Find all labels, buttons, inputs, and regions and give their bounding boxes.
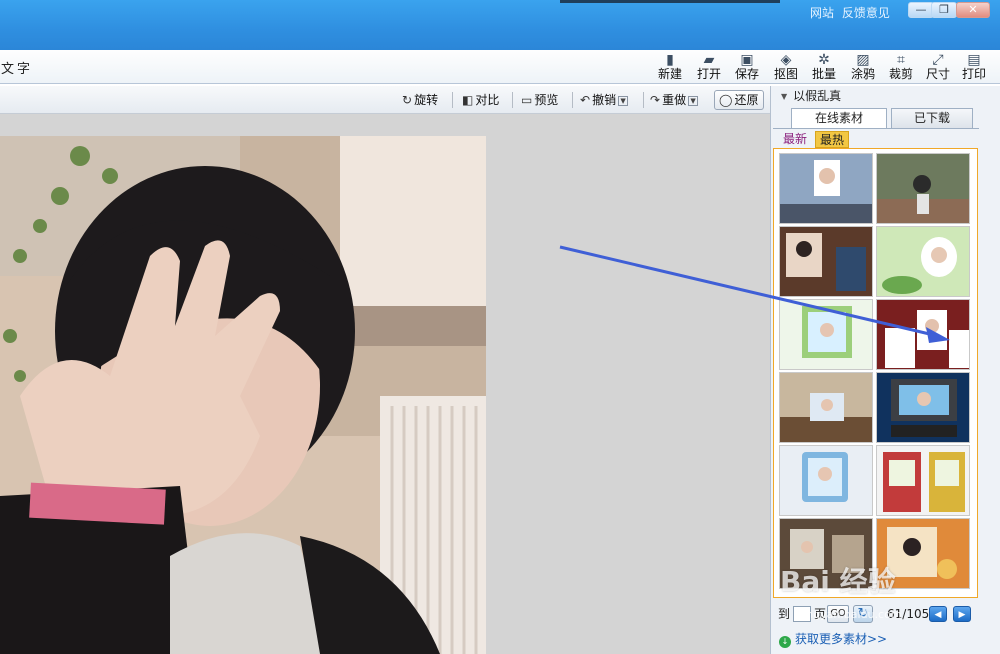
material-thumbnail[interactable] — [876, 372, 970, 443]
material-thumbnail[interactable] — [779, 445, 873, 516]
print-button[interactable]: ▤ 打印 — [956, 52, 992, 82]
cutout-icon: ◈ — [780, 52, 792, 68]
rotate-button[interactable]: ↻ 旋转 — [402, 91, 438, 109]
doodle-label: 涂鸦 — [850, 67, 875, 81]
save-disk-icon: ▣ — [740, 52, 754, 68]
crop-icon: ⌗ — [897, 52, 905, 68]
doodle-icon: ▨ — [856, 52, 870, 68]
material-thumbnail-grid — [773, 148, 978, 598]
material-thumbnail[interactable] — [779, 518, 873, 589]
subtab-hottest[interactable]: 最热 — [815, 131, 850, 148]
panel-header[interactable]: ▼ 以假乱真 — [771, 86, 1000, 106]
prev-page-icon[interactable]: ◀ — [929, 606, 947, 622]
batch-gear-icon: ✲ — [818, 52, 830, 68]
pagination: 到 页 GO ↻ 61/105 ◀ ▶ — [771, 602, 1000, 626]
restore-label: 还原 — [734, 93, 759, 107]
material-panel: ▼ 以假乱真 在线素材 已下载 最新 最热 到 页 GO ↻ 61/105 ◀ ▶… — [770, 86, 1000, 654]
undo-label: 撤销 — [592, 93, 617, 107]
pager-to-label: 到 — [778, 607, 791, 621]
compare-button[interactable]: ◧ 对比 — [462, 91, 499, 109]
title-links: 网站 反馈意见 — [810, 4, 894, 21]
rotate-icon: ↻ — [402, 93, 413, 107]
divider — [452, 92, 453, 108]
refresh-icon[interactable]: ↻ — [853, 605, 873, 623]
printer-icon: ▤ — [967, 52, 981, 68]
panel-header-label: 以假乱真 — [793, 89, 842, 103]
pager-page-label: 页 — [814, 607, 827, 621]
tab-downloaded[interactable]: 已下载 — [891, 108, 973, 128]
website-link[interactable]: 网站 — [810, 6, 834, 20]
cutout-label: 抠图 — [773, 67, 798, 81]
material-thumbnail[interactable] — [779, 299, 873, 370]
redo-label: 重做 — [662, 93, 687, 107]
page-number-input[interactable] — [793, 606, 811, 622]
save-button[interactable]: ▣ 保存 — [729, 52, 765, 82]
compare-label: 对比 — [475, 93, 500, 107]
material-thumbnail[interactable] — [876, 445, 970, 516]
main-toolbar: 文字 ▮ 新建 ▰ 打开 ▣ 保存 ◈ 抠图 ✲ 批量 ▨ 涂鸦 ⌗ 裁剪 ⤢ 尺寸 ▤ 打印 — [0, 50, 1000, 84]
preview-button[interactable]: ▭ 预览 — [521, 91, 558, 109]
subtab-bar: 最新 最热 — [773, 128, 979, 148]
doodle-button[interactable]: ▨ 涂鸦 — [845, 52, 881, 82]
download-arrow-icon: ↓ — [779, 636, 791, 648]
restore-icon: ◯ — [719, 93, 733, 107]
resize-icon: ⤢ — [932, 52, 944, 68]
material-thumbnail[interactable] — [876, 153, 970, 224]
undo-button[interactable]: ↶ 撤销 ▼ — [580, 91, 629, 109]
open-button[interactable]: ▰ 打开 — [691, 52, 727, 82]
new-button[interactable]: ▮ 新建 — [652, 52, 688, 82]
subtab-newest[interactable]: 最新 — [779, 131, 811, 148]
tab-online-materials[interactable]: 在线素材 — [791, 108, 887, 128]
redo-button[interactable]: ↷ 重做 ▼ — [650, 91, 699, 109]
close-button[interactable]: ✕ — [956, 2, 990, 18]
edit-subtoolbar: ↻ 旋转 ◧ 对比 ▭ 预览 ↶ 撤销 ▼ ↷ 重做 ▼ ◯ 还原 — [0, 86, 770, 114]
more-link-label: 获取更多素材>> — [795, 632, 888, 646]
redo-dropdown-icon[interactable]: ▼ — [688, 95, 699, 106]
material-thumbnail[interactable] — [779, 372, 873, 443]
restore-button[interactable]: ◯ 还原 — [714, 90, 764, 110]
preview-label: 预览 — [534, 93, 559, 107]
get-more-materials-link[interactable]: ↓ 获取更多素材>> — [779, 630, 887, 648]
print-label: 打印 — [961, 67, 986, 81]
new-file-icon: ▮ — [666, 52, 674, 68]
batch-button[interactable]: ✲ 批量 — [806, 52, 842, 82]
rotate-label: 旋转 — [414, 93, 439, 107]
editing-canvas[interactable] — [0, 114, 770, 654]
next-page-icon[interactable]: ▶ — [953, 606, 971, 622]
resize-button[interactable]: ⤢ 尺寸 — [920, 52, 956, 82]
title-bar: 网站 反馈意见 — ❐ ✕ — [0, 0, 1000, 50]
page-info: 61/105 — [887, 607, 930, 621]
save-label: 保存 — [734, 67, 759, 81]
cutout-button[interactable]: ◈ 抠图 — [768, 52, 804, 82]
material-thumbnail[interactable] — [876, 518, 970, 589]
material-thumbnail[interactable] — [876, 226, 970, 297]
divider — [572, 92, 573, 108]
folder-open-icon: ▰ — [703, 52, 715, 68]
divider — [643, 92, 644, 108]
feedback-link[interactable]: 反馈意见 — [842, 6, 890, 20]
undo-icon: ↶ — [580, 93, 591, 107]
preview-icon: ▭ — [521, 93, 533, 107]
batch-label: 批量 — [811, 67, 836, 81]
text-tool-label[interactable]: 文字 — [1, 58, 33, 77]
resize-label: 尺寸 — [925, 67, 950, 81]
material-thumbnail[interactable] — [779, 153, 873, 224]
undo-dropdown-icon[interactable]: ▼ — [618, 95, 629, 106]
title-bar-edge — [560, 0, 780, 3]
material-thumbnail[interactable] — [876, 299, 970, 370]
open-label: 打开 — [696, 67, 721, 81]
material-thumbnail[interactable] — [779, 226, 873, 297]
redo-icon: ↷ — [650, 93, 661, 107]
compare-icon: ◧ — [462, 93, 474, 107]
crop-button[interactable]: ⌗ 裁剪 — [883, 52, 919, 82]
go-button[interactable]: GO — [827, 605, 849, 623]
new-label: 新建 — [657, 67, 682, 81]
crop-label: 裁剪 — [888, 67, 913, 81]
collapse-triangle-icon: ▼ — [781, 92, 788, 101]
photo-image — [0, 136, 486, 654]
divider — [512, 92, 513, 108]
maximize-button[interactable]: ❐ — [931, 2, 957, 18]
